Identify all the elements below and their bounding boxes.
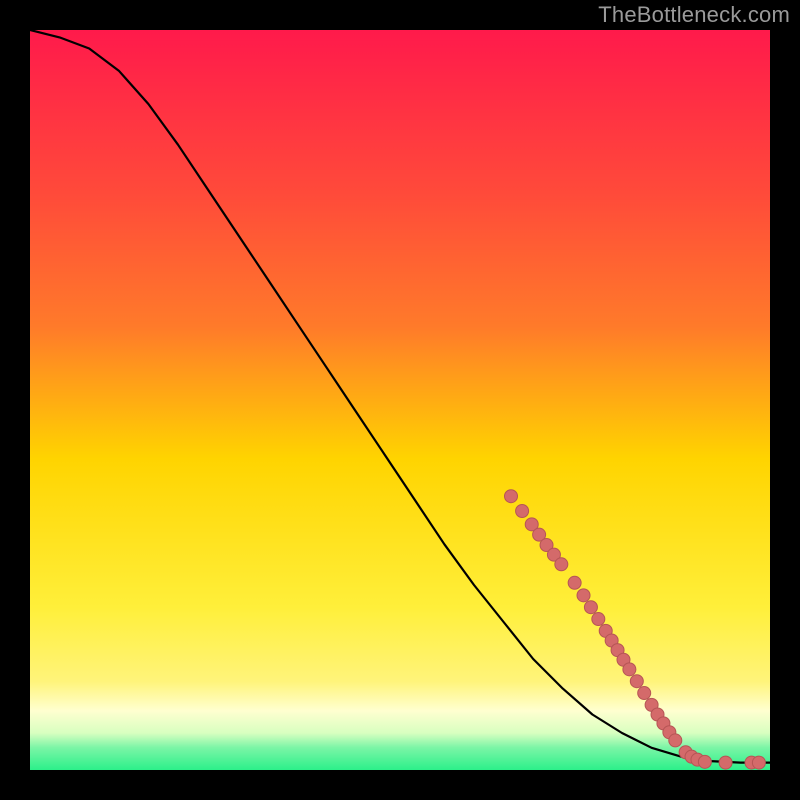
data-point [630,675,643,688]
chart-svg [30,30,770,770]
data-point [669,734,682,747]
data-point [584,601,597,614]
data-point [752,756,765,769]
data-point [638,687,651,700]
data-point [592,613,605,626]
data-point [555,558,568,571]
data-point [719,756,732,769]
data-point [623,663,636,676]
watermark-label: TheBottleneck.com [598,2,790,28]
data-point [505,490,518,503]
plot-area [30,30,770,770]
gradient-background [30,30,770,770]
chart-frame: TheBottleneck.com [0,0,800,800]
data-point [698,755,711,768]
data-point [568,576,581,589]
data-point [577,589,590,602]
data-point [516,505,529,518]
